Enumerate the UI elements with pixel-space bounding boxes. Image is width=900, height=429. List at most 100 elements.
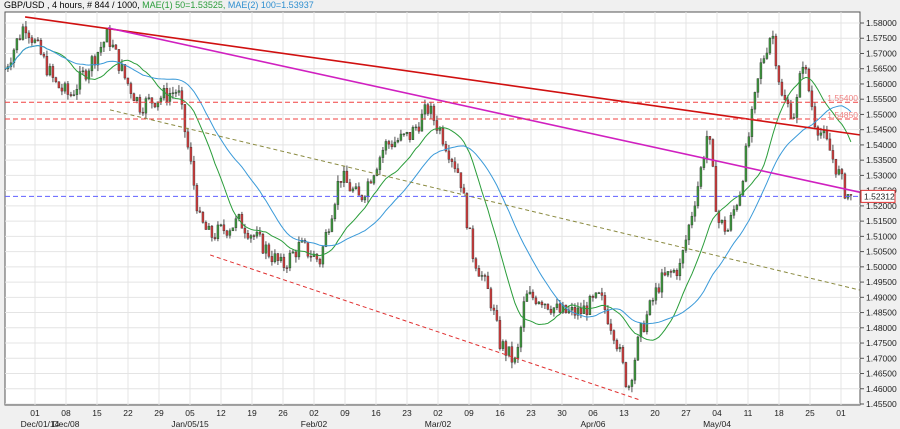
candle-down <box>69 94 73 96</box>
x-tick-label: 13 <box>619 408 629 418</box>
candle-down <box>492 307 496 311</box>
candle-down <box>708 136 712 140</box>
candle-up <box>279 256 283 261</box>
candle-down <box>615 340 619 350</box>
candle-up <box>819 132 823 136</box>
candle-up <box>597 292 601 294</box>
candle-up <box>72 94 76 96</box>
y-tick-label: 1.55000 <box>866 109 897 119</box>
candle-down <box>456 168 460 173</box>
candle-up <box>537 301 541 304</box>
candle-up <box>570 307 574 311</box>
x-tick-label: 12 <box>216 408 226 418</box>
candle-up <box>399 133 403 141</box>
y-tick-label: 1.48000 <box>866 323 897 333</box>
candle-down <box>810 90 814 107</box>
candle-down <box>498 320 502 349</box>
y-tick-label: 1.54500 <box>866 125 897 135</box>
candle-up <box>705 136 709 160</box>
candle-up <box>729 215 733 231</box>
x-tick-label: 23 <box>526 408 536 418</box>
candle-up <box>507 346 511 356</box>
candle-up <box>735 205 739 210</box>
candle-up <box>588 295 592 315</box>
candle-down <box>282 256 286 268</box>
candle-down <box>471 228 475 259</box>
candle-up <box>291 251 295 254</box>
candle-up <box>393 141 397 148</box>
y-tick-label: 1.57000 <box>866 48 897 58</box>
candle-up <box>423 104 427 115</box>
x-tick-label: 01 <box>836 408 846 418</box>
candle-down <box>477 268 481 277</box>
candle-up <box>330 218 334 232</box>
current-price-label: 1.52312 <box>864 191 895 201</box>
candle-up <box>639 322 643 338</box>
candle-down <box>318 258 322 265</box>
candle-down <box>123 64 127 79</box>
candle-up <box>690 215 694 226</box>
x-tick-label: 30 <box>557 408 567 418</box>
candle-up <box>297 241 301 258</box>
candle-down <box>45 56 49 76</box>
candle-down <box>348 182 352 192</box>
candle-up <box>384 141 388 151</box>
price-chart[interactable]: 1.58000 1.57500 1.57000 1.56500 1.56000 1.555… <box>0 0 900 429</box>
x-tick-label: 02 <box>433 408 443 418</box>
y-tick-label: 1.45500 <box>866 399 897 409</box>
candle-down <box>24 26 28 34</box>
candle-down <box>117 49 121 71</box>
candle-down <box>621 347 625 363</box>
x-tick-label: 23 <box>402 408 412 418</box>
candle-down <box>309 256 313 258</box>
candle-up <box>771 35 775 39</box>
candle-down <box>828 138 832 151</box>
candle-down <box>831 150 835 160</box>
candle-up <box>78 71 82 90</box>
candle-up <box>381 149 385 158</box>
candle-up <box>333 204 337 220</box>
x-tick-label: 18 <box>774 408 784 418</box>
horizontal-level-label: 1.54850 <box>827 110 858 120</box>
candle-down <box>669 271 673 273</box>
x-tick-label: 02 <box>309 408 319 418</box>
candle-down <box>339 181 343 183</box>
candle-up <box>645 314 649 333</box>
candle-down <box>198 210 202 213</box>
candle-up <box>162 88 166 99</box>
y-tick-label: 1.49000 <box>866 292 897 302</box>
x-tick-label: 09 <box>464 408 474 418</box>
candle-up <box>582 305 586 314</box>
candle-up <box>636 336 640 361</box>
candle-down <box>462 187 466 194</box>
x-tick-label: 08 <box>61 408 71 418</box>
candle-up <box>726 230 730 232</box>
candle-up <box>159 97 163 102</box>
y-tick-label: 1.53500 <box>866 155 897 165</box>
candle-up <box>528 291 532 295</box>
candle-down <box>114 44 118 50</box>
candle-down <box>192 161 196 186</box>
candle-down <box>126 77 130 84</box>
candle-up <box>759 62 763 79</box>
candle-down <box>222 224 226 232</box>
candle-up <box>753 92 757 110</box>
candle-down <box>495 310 499 321</box>
candle-down <box>663 272 667 276</box>
candle-down <box>777 65 781 83</box>
candle-up <box>732 209 736 216</box>
candle-up <box>666 271 670 276</box>
x-tick-label: 06 <box>588 408 598 418</box>
candle-up <box>720 219 724 223</box>
candle-up <box>111 44 115 47</box>
candle-down <box>579 307 583 314</box>
candle-down <box>834 158 838 175</box>
candle-down <box>408 132 412 140</box>
candle-down <box>204 222 208 230</box>
y-tick-label: 1.56000 <box>866 79 897 89</box>
candle-down <box>474 258 478 269</box>
candle-up <box>354 186 358 190</box>
candle-up <box>228 230 232 236</box>
candle-down <box>714 166 718 212</box>
candle-up <box>75 89 79 95</box>
